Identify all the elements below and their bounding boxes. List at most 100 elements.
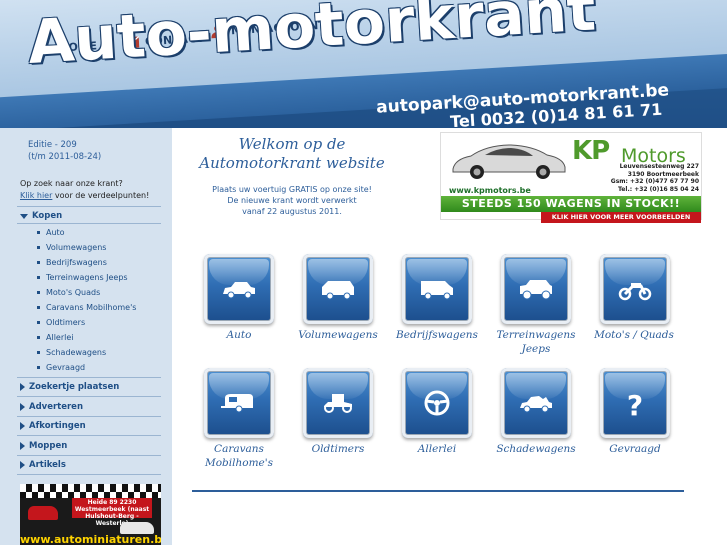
expanded-arrow-icon bbox=[20, 213, 28, 219]
van-icon bbox=[421, 281, 453, 300]
category-bedrijfswagens-tile[interactable] bbox=[402, 254, 472, 324]
sub-item-label: Allerlei bbox=[46, 333, 74, 342]
minivan-icon bbox=[322, 281, 354, 300]
bullet-icon bbox=[37, 261, 40, 264]
kp-stock-banner: STEEDS 150 WAGENS IN STOCK!! bbox=[441, 196, 701, 212]
sub-item-motos[interactable]: Moto's Quads bbox=[37, 288, 100, 297]
menu-divider bbox=[17, 396, 161, 397]
category-motos-tile[interactable] bbox=[600, 254, 670, 324]
menu-label: Adverteren bbox=[29, 402, 83, 412]
checkered-flag-strip bbox=[20, 484, 161, 492]
category-schadewagens-tile[interactable] bbox=[501, 368, 571, 438]
bullet-icon bbox=[37, 366, 40, 369]
caravan-icon bbox=[221, 394, 253, 413]
kp-address-line: 3190 Boortmeerbeek bbox=[627, 170, 699, 178]
category-oldtimers-tile[interactable] bbox=[303, 368, 373, 438]
welcome-heading: Welkom op de Automotorkrant website bbox=[172, 135, 412, 173]
menu-divider bbox=[17, 377, 161, 378]
collapsed-arrow-icon bbox=[20, 461, 25, 469]
category-schadewagens-label[interactable]: Schadewagens bbox=[488, 442, 584, 456]
category-bedrijfswagens-label[interactable]: Bedrijfswagens bbox=[389, 328, 485, 342]
category-caravans-label[interactable]: Caravans Mobilhome's bbox=[191, 442, 287, 470]
menu-afkortingen[interactable]: Afkortingen bbox=[20, 421, 86, 431]
menu-label: Afkortingen bbox=[29, 421, 86, 431]
kp-address-line: Leuvensesteenweg 227 bbox=[619, 163, 699, 170]
sidebar: Editie - 209 (t/m 2011-08-24) Op zoek na… bbox=[0, 128, 172, 545]
category-volumewagens-label[interactable]: Volumewagens bbox=[290, 328, 386, 342]
menu-label: Artikels bbox=[29, 460, 66, 470]
sub-item-auto[interactable]: Auto bbox=[37, 228, 65, 237]
category-terreinwagens-tile[interactable] bbox=[501, 254, 571, 324]
find-rest: voor de verdeelpunten! bbox=[52, 191, 150, 200]
sub-item-volumewagens[interactable]: Volumewagens bbox=[37, 243, 106, 252]
menu-label: Moppen bbox=[29, 441, 68, 451]
sub-item-bedrijfswagens[interactable]: Bedrijfswagens bbox=[37, 258, 107, 267]
edition-date: (t/m 2011-08-24) bbox=[28, 152, 102, 162]
category-allerlei-label[interactable]: Allerlei bbox=[389, 442, 485, 456]
sub-item-label: Caravans Mobilhome's bbox=[46, 303, 137, 312]
edition-info: Editie - 209 (t/m 2011-08-24) bbox=[28, 139, 101, 163]
category-auto-tile[interactable] bbox=[204, 254, 274, 324]
main-content: Welkom op de Automotorkrant website Plaa… bbox=[172, 128, 727, 545]
menu-divider bbox=[17, 206, 161, 207]
bullet-icon bbox=[37, 276, 40, 279]
category-caravans-tile[interactable] bbox=[204, 368, 274, 438]
kp-more-button[interactable]: KLIK HIER VOOR MEER VOORBEELDEN bbox=[541, 212, 701, 223]
sub-item-oldtimers[interactable]: Oldtimers bbox=[37, 318, 85, 327]
collapsed-arrow-icon bbox=[20, 442, 25, 450]
sub-item-terreinwagens[interactable]: Terreinwagens Jeeps bbox=[37, 273, 128, 282]
bullet-icon bbox=[37, 306, 40, 309]
kp-url: www.kpmotors.be bbox=[449, 186, 531, 195]
promo-line: De nieuwe krant wordt verwerkt bbox=[227, 196, 357, 205]
sub-item-schadewagens[interactable]: Schadewagens bbox=[37, 348, 106, 357]
menu-divider bbox=[17, 223, 161, 224]
menu-divider bbox=[17, 455, 161, 456]
category-oldtimers-label[interactable]: Oldtimers bbox=[290, 442, 386, 456]
svg-text:?: ? bbox=[627, 389, 643, 418]
sub-item-gevraagd[interactable]: Gevraagd bbox=[37, 363, 85, 372]
menu-artikels[interactable]: Artikels bbox=[20, 460, 66, 470]
bullet-icon bbox=[37, 336, 40, 339]
category-allerlei-tile[interactable] bbox=[402, 368, 472, 438]
sub-item-allerlei[interactable]: Allerlei bbox=[37, 333, 74, 342]
menu-adverteren[interactable]: Adverteren bbox=[20, 402, 83, 412]
category-gevraagd-tile[interactable]: ? bbox=[600, 368, 670, 438]
category-terreinwagens-label[interactable]: Terreinwagens Jeeps bbox=[488, 328, 584, 356]
menu-kopen[interactable]: Kopen bbox=[20, 211, 62, 221]
autominiaturen-banner[interactable]: Heide 89 2230 Westmeerbeek (naast Hulsho… bbox=[20, 484, 161, 545]
category-volumewagens-tile[interactable] bbox=[303, 254, 373, 324]
banner-address: Heide 89 2230 Westmeerbeek (naast Hulsho… bbox=[72, 498, 152, 527]
menu-moppen[interactable]: Moppen bbox=[20, 441, 67, 451]
category-motos-label[interactable]: Moto's / Quads bbox=[582, 328, 686, 342]
sub-item-label: Moto's Quads bbox=[46, 288, 101, 297]
jeep-icon bbox=[520, 280, 552, 300]
site-header: HOME CONTACT MIJN ACCOUNT Auto-motorkran… bbox=[0, 0, 727, 128]
edition-number: Editie - 209 bbox=[28, 140, 77, 150]
menu-zoekertje[interactable]: Zoekertje plaatsen bbox=[20, 382, 119, 392]
collapsed-arrow-icon bbox=[20, 403, 25, 411]
menu-divider bbox=[17, 474, 161, 475]
content-divider bbox=[192, 490, 684, 492]
steering-wheel-icon bbox=[424, 390, 450, 416]
category-auto-label[interactable]: Auto bbox=[191, 328, 287, 342]
sub-item-label: Oldtimers bbox=[46, 318, 86, 327]
banner-url: www.autominiaturen.be bbox=[20, 533, 161, 545]
sub-item-label: Volumewagens bbox=[46, 243, 107, 252]
category-gevraagd-label[interactable]: Gevraagd bbox=[587, 442, 683, 456]
sub-item-label: Auto bbox=[46, 228, 65, 237]
promo-line: vanaf 22 augustus 2011. bbox=[242, 207, 342, 216]
menu-divider bbox=[17, 416, 161, 417]
sub-item-label: Schadewagens bbox=[46, 348, 107, 357]
welcome-line: Welkom op de bbox=[238, 135, 346, 153]
sub-item-label: Bedrijfswagens bbox=[46, 258, 107, 267]
sub-item-caravans[interactable]: Caravans Mobilhome's bbox=[37, 303, 136, 312]
question-mark-icon: ? bbox=[627, 389, 643, 418]
kp-address: Leuvensesteenweg 227 3190 Boortmeerbeek … bbox=[581, 163, 699, 193]
distribution-points-link[interactable]: Klik hier bbox=[20, 191, 52, 200]
damaged-car-icon bbox=[520, 396, 552, 413]
kp-motors-ad[interactable]: KP Motors Leuvensesteenweg 227 3190 Boor… bbox=[440, 132, 702, 223]
welcome-line: Automotorkrant website bbox=[199, 154, 385, 172]
sub-item-label: Terreinwagens Jeeps bbox=[46, 273, 128, 282]
promo-text: Plaats uw voertuig GRATIS op onze site! … bbox=[192, 184, 392, 217]
collapsed-arrow-icon bbox=[20, 383, 25, 391]
